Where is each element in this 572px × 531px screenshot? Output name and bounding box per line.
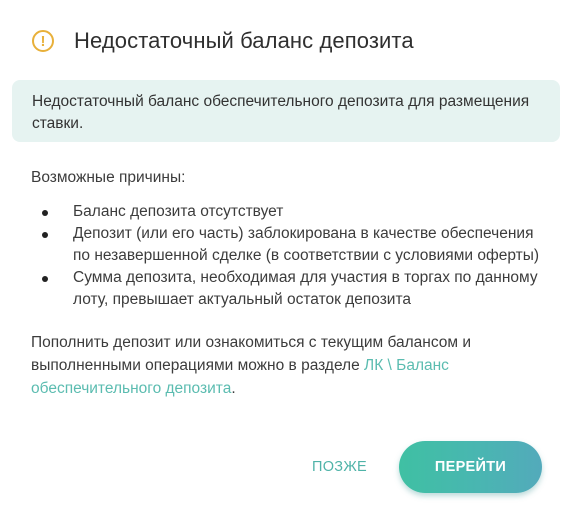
later-button[interactable]: ПОЗЖЕ	[298, 449, 381, 485]
reasons-list: Баланс депозита отсутствует Депозит (или…	[31, 201, 551, 311]
outro-paragraph: Пополнить депозит или ознакомиться с тек…	[31, 331, 551, 400]
dialog-actions: ПОЗЖЕ ПЕРЕЙТИ	[298, 441, 542, 493]
reason-text: Баланс депозита отсутствует	[73, 203, 284, 220]
insufficient-deposit-dialog: ! Недостаточный баланс депозита Недостат…	[0, 0, 572, 531]
list-item: Баланс депозита отсутствует	[31, 201, 551, 223]
reason-text: Сумма депозита, необходимая для участия …	[73, 269, 538, 308]
alert-message: Недостаточный баланс обеспечительного де…	[12, 80, 560, 142]
bullet-icon	[42, 276, 48, 282]
dialog-header: ! Недостаточный баланс депозита	[32, 26, 414, 56]
reasons-title: Возможные причины:	[31, 169, 186, 186]
list-item: Депозит (или его часть) заблокирована в …	[31, 223, 551, 267]
outro-end: .	[231, 380, 236, 397]
reason-text: Депозит (или его часть) заблокирована в …	[73, 225, 539, 264]
list-item: Сумма депозита, необходимая для участия …	[31, 267, 551, 311]
bullet-icon	[42, 210, 48, 216]
warning-circle-icon: !	[32, 30, 54, 52]
dialog-body: Возможные причины: Баланс депозита отсут…	[31, 167, 551, 400]
dialog-title: Недостаточный баланс депозита	[74, 28, 414, 53]
bullet-icon	[42, 232, 48, 238]
go-button[interactable]: ПЕРЕЙТИ	[399, 441, 542, 493]
